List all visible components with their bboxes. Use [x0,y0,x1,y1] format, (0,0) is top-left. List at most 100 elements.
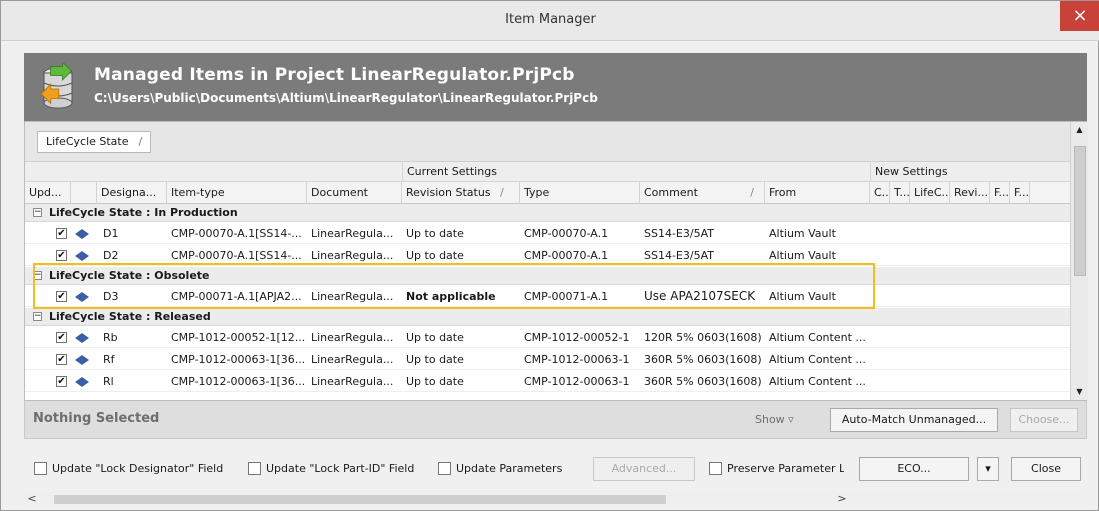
col-designator[interactable]: Designa... [97,182,167,204]
cell-item-type: CMP-1012-00052-1[12... [171,331,306,344]
banner-title: Managed Items in Project LinearRegulator… [94,65,575,85]
auto-match-unmanaged-button[interactable]: Auto-Match Unmanaged... [830,408,998,432]
cell-designator: D3 [103,290,119,303]
cell-type: CMP-00071-A.1 [524,290,609,303]
group-by-lifecycle-chip[interactable]: LifeCycle State / [37,131,152,153]
update-parameters-option[interactable]: Update Parameters [438,461,578,477]
collapse-toggle-icon[interactable]: − [33,271,42,280]
col-new-f2[interactable]: F... [1010,182,1030,204]
update-checkbox[interactable]: ✔ [56,228,67,239]
col-new-lifecycle[interactable]: LifeC... [910,182,950,204]
cell-from: Altium Vault [769,249,836,262]
cell-designator: Rl [103,375,114,388]
horizontal-scroll-thumb[interactable] [54,495,666,504]
group-row-in-production[interactable]: − LifeCycle State : In Production [25,204,1070,222]
project-path: C:\Users\Public\Documents\Altium\LinearR… [94,91,598,105]
column-group-header: Current Settings New Settings [25,162,1070,182]
show-dropdown[interactable]: Show ▿ [755,413,794,426]
vertical-scroll-thumb[interactable] [1074,146,1086,276]
col-from[interactable]: From [765,182,870,204]
col-new-revision[interactable]: Revi... [950,182,990,204]
eco-button[interactable]: ECO... [859,457,969,481]
col-new-f1[interactable]: F... [990,182,1010,204]
group-row-released[interactable]: − LifeCycle State : Released [25,308,1070,326]
table-row[interactable]: ✔ Rf CMP-1012-00063-1[36... LinearRegula… [25,349,1070,370]
cell-comment: 360R 5% 0603(1608) [644,353,762,366]
update-checkbox[interactable]: ✔ [56,291,67,302]
checkbox[interactable] [248,462,261,475]
scroll-left-icon[interactable]: < [24,491,40,507]
col-new-t[interactable]: T... [890,182,910,204]
update-checkbox[interactable]: ✔ [56,250,67,261]
cell-revision-status: Up to date [406,227,464,240]
cell-type: CMP-1012-00052-1 [524,331,630,344]
component-icon [75,377,89,387]
col-document[interactable]: Document [307,182,402,204]
table-row[interactable]: ✔ D2 CMP-00070-A.1[SS14-... LinearRegula… [25,245,1070,266]
cell-designator: Rf [103,353,115,366]
col-comment[interactable]: Comment / [640,182,765,204]
scroll-right-icon[interactable]: > [834,491,850,507]
cell-comment: 360R 5% 0603(1608) [644,375,762,388]
checkbox[interactable] [709,462,722,475]
close-window-button[interactable]: × [1060,1,1099,31]
component-icon [75,292,89,302]
update-checkbox[interactable]: ✔ [56,376,67,387]
preserve-parameter-option[interactable]: Preserve Parameter Lo [709,461,844,477]
cell-document: LinearRegula... [311,227,394,240]
update-lock-designator-option[interactable]: Update "Lock Designator" Field [34,461,244,477]
cell-from: Altium Content ... [769,331,866,344]
col-item-type[interactable]: Item-type [167,182,307,204]
status-bar: Nothing Selected Show ▿ Auto-Match Unman… [24,401,1087,439]
cell-type: CMP-00070-A.1 [524,227,609,240]
item-manager-window: Item Manager × Managed Items in Project … [0,0,1099,511]
table-row[interactable]: ✔ D3 CMP-00071-A.1[APJA2... LinearRegula… [25,286,1070,307]
cell-type: CMP-00070-A.1 [524,249,609,262]
update-checkbox[interactable]: ✔ [56,354,67,365]
current-settings-header: Current Settings [402,162,870,182]
advanced-button[interactable]: Advanced... [593,457,695,481]
cell-from: Altium Content ... [769,353,866,366]
cell-item-type: CMP-00070-A.1[SS14-... [171,227,302,240]
vertical-scrollbar[interactable]: ▲ ▼ [1070,122,1088,400]
cell-designator: D2 [103,249,119,262]
checkbox[interactable] [34,462,47,475]
eco-dropdown-icon[interactable]: ▾ [977,457,999,481]
checkbox[interactable] [438,462,451,475]
close-button[interactable]: Close [1011,457,1081,481]
table-row[interactable]: ✔ D1 CMP-00070-A.1[SS14-... LinearRegula… [25,223,1070,244]
col-type[interactable]: Type [520,182,640,204]
cell-revision-status: Up to date [406,249,464,262]
cell-type: CMP-1012-00063-1 [524,375,630,388]
cell-item-type: CMP-00070-A.1[SS14-... [171,249,302,262]
cell-item-type: CMP-1012-00063-1[36... [171,375,306,388]
collapse-toggle-icon[interactable]: − [33,312,42,321]
cell-document: LinearRegula... [311,249,394,262]
table-row[interactable]: ✔ Rb CMP-1012-00052-1[12... LinearRegula… [25,327,1070,348]
col-icon [71,182,97,204]
window-title: Item Manager [505,12,596,27]
table-row[interactable]: ✔ Rl CMP-1012-00063-1[36... LinearRegula… [25,371,1070,392]
horizontal-scrollbar[interactable]: < > [24,491,1087,507]
col-update[interactable]: Upd... [25,182,71,204]
scroll-down-icon[interactable]: ▼ [1071,384,1088,400]
cell-revision-status: Up to date [406,331,464,344]
items-grid: LifeCycle State / Current Settings New Se… [24,121,1088,401]
group-label: LifeCycle State : In Production [49,206,238,219]
new-settings-header: New Settings [870,162,1070,182]
scroll-up-icon[interactable]: ▲ [1071,122,1088,138]
cell-item-type: CMP-1012-00063-1[36... [171,353,306,366]
cell-document: LinearRegula... [311,353,394,366]
component-icon [75,355,89,365]
selection-status: Nothing Selected [33,411,160,426]
collapse-toggle-icon[interactable]: − [33,208,42,217]
group-row-obsolete[interactable]: − LifeCycle State : Obsolete [25,267,1070,285]
update-lock-part-id-option[interactable]: Update "Lock Part-ID" Field [248,461,428,477]
group-label: LifeCycle State : Obsolete [49,269,210,282]
grid-rows: − LifeCycle State : In Production ✔ D1 C… [25,204,1070,400]
cell-from: Altium Vault [769,227,836,240]
choose-button[interactable]: Choose... [1010,408,1078,432]
update-checkbox[interactable]: ✔ [56,332,67,343]
col-new-c[interactable]: C... [870,182,890,204]
col-revision-status[interactable]: Revision Status / [402,182,520,204]
